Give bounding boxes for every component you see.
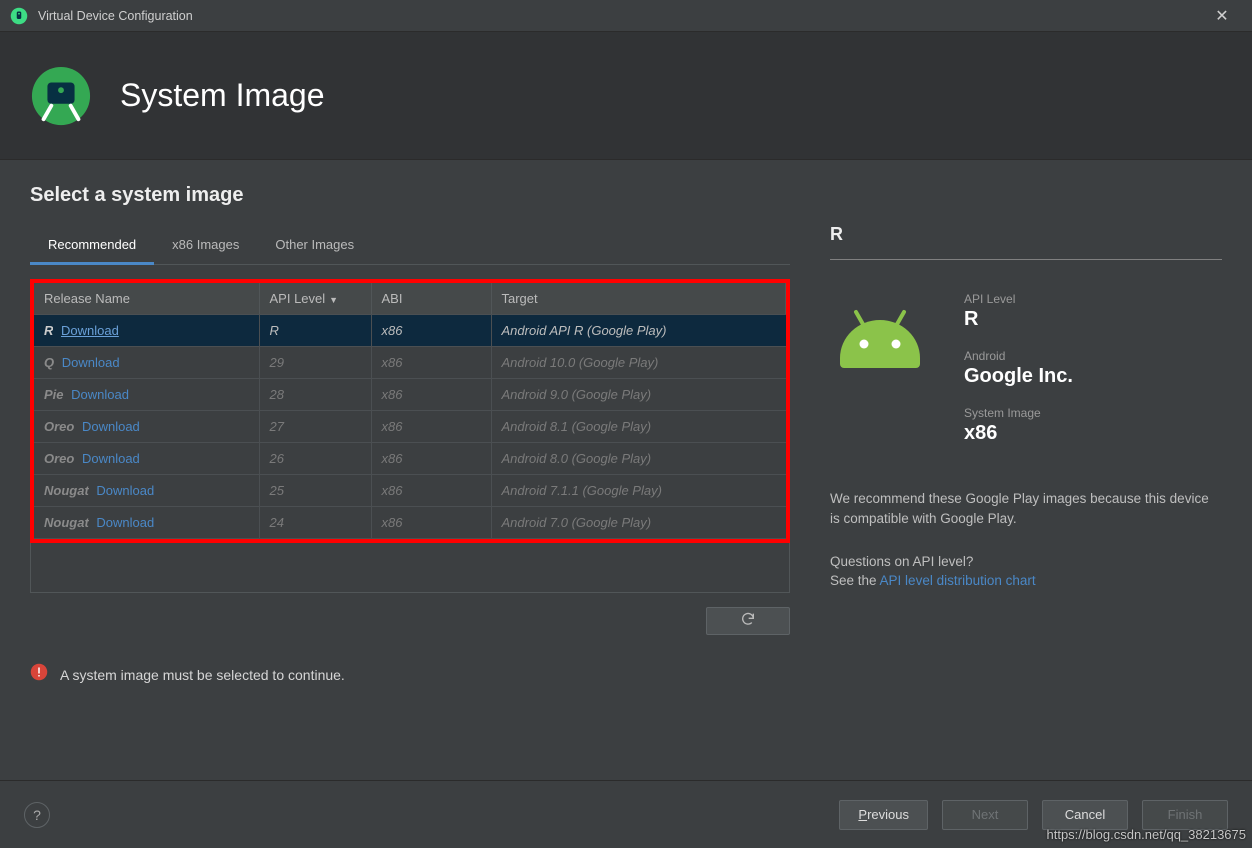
abi-cell: x86	[371, 315, 491, 347]
help-button[interactable]: ?	[24, 802, 50, 828]
release-name: Pie	[44, 387, 64, 402]
release-name: Q	[44, 355, 54, 370]
api-level-cell: 28	[259, 379, 371, 411]
download-link[interactable]: Download	[62, 355, 120, 370]
tab-other-images[interactable]: Other Images	[257, 229, 372, 264]
download-link[interactable]: Download	[96, 483, 154, 498]
table-row[interactable]: Oreo Download 27x86Android 8.1 (Google Pl…	[34, 411, 786, 443]
abi-cell: x86	[371, 507, 491, 539]
release-name: Oreo	[44, 419, 74, 434]
detail-vendor-value: Google Inc.	[964, 365, 1073, 388]
table-empty-area	[30, 543, 790, 593]
api-level-cell: 29	[259, 347, 371, 379]
release-name: Oreo	[44, 451, 74, 466]
error-message: A system image must be selected to conti…	[30, 663, 790, 686]
selected-release-name: R	[830, 224, 1222, 245]
abi-cell: x86	[371, 379, 491, 411]
android-robot-icon	[830, 298, 930, 408]
window-title: Virtual Device Configuration	[38, 9, 1202, 23]
next-button[interactable]: Next	[942, 800, 1028, 830]
previous-button[interactable]: Previous	[839, 800, 928, 830]
download-link[interactable]: Download	[61, 323, 119, 338]
finish-button[interactable]: Finish	[1142, 800, 1228, 830]
table-row[interactable]: Q Download 29x86Android 10.0 (Google Play…	[34, 347, 786, 379]
release-name: Nougat	[44, 515, 89, 530]
download-link[interactable]: Download	[71, 387, 129, 402]
col-api-level[interactable]: API Level▼	[259, 283, 371, 315]
target-cell: Android 10.0 (Google Play)	[491, 347, 786, 379]
recommendation-text: We recommend these Google Play images be…	[830, 489, 1222, 528]
tabs: Recommendedx86 ImagesOther Images	[30, 229, 790, 265]
table-row[interactable]: Nougat Download 25x86Android 7.1.1 (Googl…	[34, 475, 786, 507]
error-icon	[30, 663, 48, 686]
sort-desc-icon: ▼	[329, 295, 338, 305]
tab-x86-images[interactable]: x86 Images	[154, 229, 257, 264]
detail-sysimg-value: x86	[964, 422, 1073, 445]
tab-recommended[interactable]: Recommended	[30, 229, 154, 265]
android-studio-logo-icon	[30, 65, 92, 127]
abi-cell: x86	[371, 443, 491, 475]
detail-panel: R API Level R Android Google Inc. System…	[790, 184, 1222, 760]
target-cell: Android 9.0 (Google Play)	[491, 379, 786, 411]
close-icon[interactable]: ✕	[1202, 6, 1242, 26]
col-abi[interactable]: ABI	[371, 283, 491, 315]
col-release-name[interactable]: Release Name	[34, 283, 259, 315]
system-image-table: Release Name API Level▼ ABI Target R Dow…	[30, 279, 790, 543]
download-link[interactable]: Download	[82, 451, 140, 466]
page-title: System Image	[120, 77, 325, 114]
target-cell: Android 7.0 (Google Play)	[491, 507, 786, 539]
table-row[interactable]: R Download Rx86Android API R (Google Play…	[34, 315, 786, 347]
target-cell: Android API R (Google Play)	[491, 315, 786, 347]
release-name: R	[44, 323, 53, 338]
target-cell: Android 7.1.1 (Google Play)	[491, 475, 786, 507]
detail-api-label: API Level	[964, 292, 1073, 306]
download-link[interactable]: Download	[82, 419, 140, 434]
cancel-button[interactable]: Cancel	[1042, 800, 1128, 830]
abi-cell: x86	[371, 411, 491, 443]
api-level-chart-link[interactable]: API level distribution chart	[880, 573, 1036, 588]
section-title: Select a system image	[30, 184, 790, 207]
api-level-cell: 27	[259, 411, 371, 443]
detail-api-value: R	[964, 308, 1073, 331]
refresh-button[interactable]	[706, 607, 790, 635]
wizard-footer: ? Previous Next Cancel Finish	[0, 780, 1252, 848]
refresh-icon	[740, 611, 756, 632]
api-level-cell: R	[259, 315, 371, 347]
banner: System Image	[0, 32, 1252, 160]
abi-cell: x86	[371, 347, 491, 379]
question-text: Questions on API level?	[830, 554, 1222, 569]
api-level-cell: 24	[259, 507, 371, 539]
target-cell: Android 8.0 (Google Play)	[491, 443, 786, 475]
abi-cell: x86	[371, 475, 491, 507]
detail-sysimg-label: System Image	[964, 406, 1073, 420]
api-level-cell: 26	[259, 443, 371, 475]
table-row[interactable]: Oreo Download 26x86Android 8.0 (Google Pl…	[34, 443, 786, 475]
titlebar: Virtual Device Configuration ✕	[0, 0, 1252, 32]
detail-vendor-label: Android	[964, 349, 1073, 363]
api-level-cell: 25	[259, 475, 371, 507]
table-row[interactable]: Pie Download 28x86Android 9.0 (Google Pla…	[34, 379, 786, 411]
see-link-row: See the API level distribution chart	[830, 573, 1222, 588]
android-studio-icon	[10, 7, 28, 25]
col-target[interactable]: Target	[491, 283, 786, 315]
table-row[interactable]: Nougat Download 24x86Android 7.0 (Google …	[34, 507, 786, 539]
target-cell: Android 8.1 (Google Play)	[491, 411, 786, 443]
download-link[interactable]: Download	[96, 515, 154, 530]
release-name: Nougat	[44, 483, 89, 498]
